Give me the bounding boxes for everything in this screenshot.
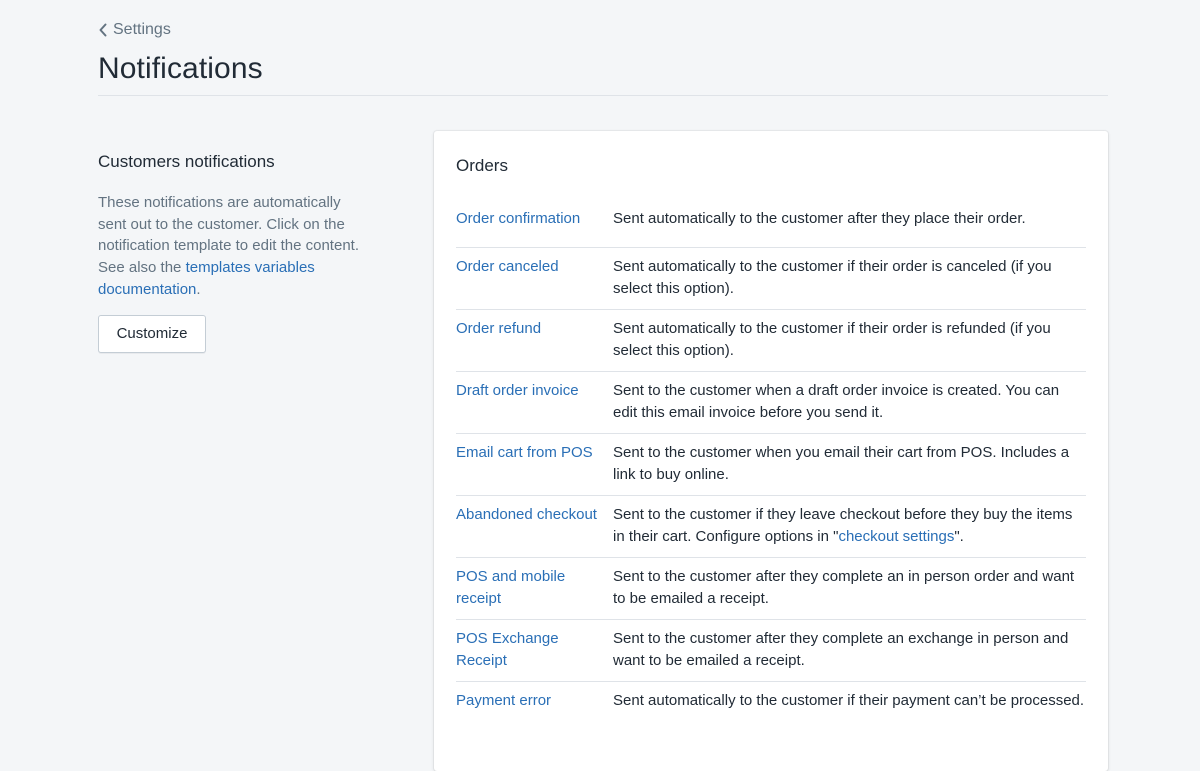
notification-link[interactable]: Abandoned checkout	[456, 504, 613, 557]
notification-description: Sent to the customer when you email thei…	[613, 444, 1070, 483]
notification-link[interactable]: POS Exchange Receipt	[456, 628, 613, 681]
notification-description-end: ".	[954, 527, 964, 545]
notification-link[interactable]: Order refund	[456, 318, 613, 371]
notification-description: Sent to the customer after they complete…	[613, 630, 1069, 669]
customers-notifications-section: Customers notifications These notificati…	[98, 150, 368, 353]
customize-button[interactable]: Customize	[98, 314, 206, 353]
table-row: Email cart from POS Sent to the customer …	[456, 434, 1086, 496]
notification-link[interactable]: Payment error	[456, 690, 613, 744]
notification-link[interactable]: Draft order invoice	[456, 380, 613, 433]
section-description: These notifications are automatically se…	[98, 192, 368, 301]
notification-description: Sent automatically to the customer if th…	[613, 258, 1052, 297]
notification-description: Sent to the customer if they leave check…	[613, 504, 1086, 557]
page-title: Notifications	[98, 52, 263, 85]
page: Settings Notifications Customers notific…	[98, 0, 1108, 771]
checkout-settings-link[interactable]: checkout settings	[838, 528, 954, 545]
notification-description: Sent automatically to the customer if th…	[613, 692, 1085, 709]
table-row: Order confirmation Sent automatically to …	[456, 208, 1086, 248]
table-row: Draft order invoice Sent to the customer …	[456, 372, 1086, 434]
notification-link[interactable]: Order confirmation	[456, 208, 613, 247]
notification-description: Sent automatically to the customer after…	[613, 210, 1026, 227]
table-row: Abandoned checkout Sent to the customer i…	[456, 496, 1086, 558]
notification-link[interactable]: Order canceled	[456, 256, 613, 309]
section-description-end: .	[196, 280, 201, 298]
breadcrumb[interactable]: Settings	[98, 20, 171, 40]
notification-description: Sent to the customer after they complete…	[613, 568, 1075, 607]
notification-link[interactable]: POS and mobile receipt	[456, 566, 613, 619]
title-divider	[98, 95, 1108, 96]
chevron-left-icon	[98, 22, 108, 38]
table-row: Order refund Sent automatically to the cu…	[456, 310, 1086, 372]
orders-card: Orders Order confirmation Sent automatica…	[434, 131, 1108, 771]
notification-list: Order confirmation Sent automatically to …	[456, 208, 1086, 744]
table-row: POS and mobile receipt Sent to the custom…	[456, 558, 1086, 620]
table-row: Order canceled Sent automatically to the …	[456, 248, 1086, 310]
notification-description: Sent to the customer when a draft order …	[613, 382, 1060, 421]
orders-card-title: Orders	[456, 156, 508, 175]
table-row: POS Exchange Receipt Sent to the customer…	[456, 620, 1086, 682]
section-title: Customers notifications	[98, 152, 275, 171]
table-row: Payment error Sent automatically to the c…	[456, 682, 1086, 744]
breadcrumb-label[interactable]: Settings	[113, 21, 171, 39]
notification-link[interactable]: Email cart from POS	[456, 442, 613, 495]
notification-description: Sent automatically to the customer if th…	[613, 320, 1051, 359]
